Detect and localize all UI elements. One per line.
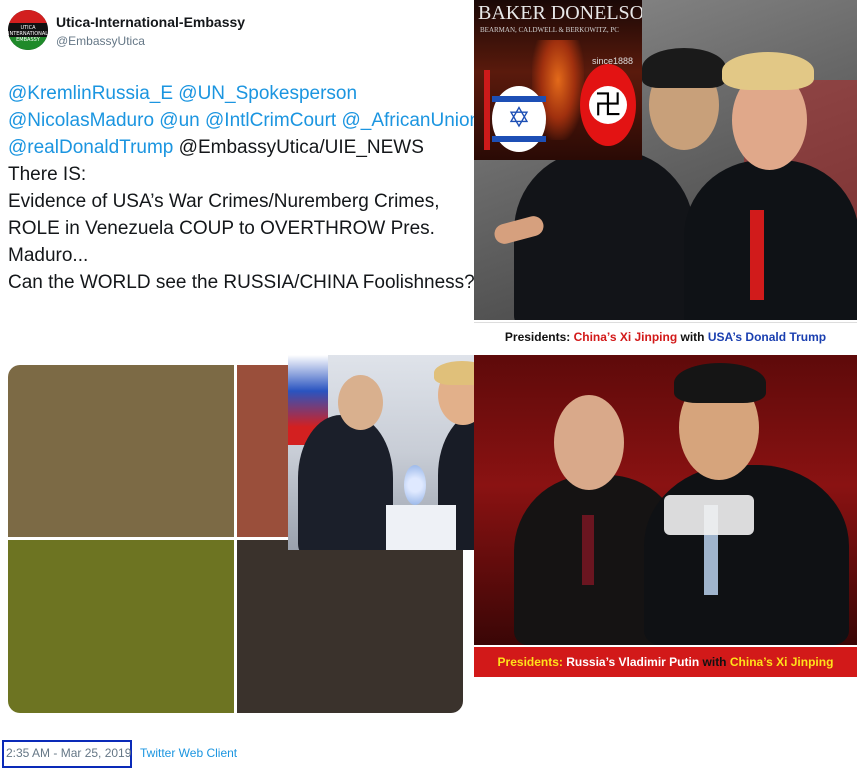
mention-link[interactable]: @un [159,110,199,131]
caption-segment: with [699,655,730,669]
tweet-timestamp[interactable]: 2:35 AM - Mar 25, 2019 [6,746,131,760]
tweet-text-segment: There IS: [8,164,87,185]
caption-segment: Presidents: [497,655,567,669]
grid-cell-4 [237,540,463,713]
avatar[interactable]: UTICA INTERNATIONAL EMBASSY [8,10,48,50]
caption-segment: Presidents: [504,330,574,344]
tweet-text-segment: @EmbassyUtica/UIE_NEWS [173,137,424,158]
tweet-text: @KremlinRussia_E @UN_Spokesperson @Nicola… [8,80,480,296]
photo-baker-donelson[interactable]: BAKER DONELSON BEARMAN, CALDWELL & BERKO… [474,0,642,160]
tweet-text-segment: Can the WORLD see the RUSSIA/CHINA Fooli… [8,272,475,293]
tweet-line: Evidence of USA’s War Crimes/Nuremberg C… [8,188,478,215]
baker-subtitle: BEARMAN, CALDWELL & BERKOWITZ, PC [480,26,619,34]
swastika-icon: 卍 [580,64,636,146]
mention-link[interactable]: @_AfricanUnion [341,110,480,131]
mention-link[interactable]: @NicolasMaduro [8,110,154,131]
tweet-line: @NicolasMaduro @un @IntlCrimCourt @_Afri… [8,107,480,134]
mention-link[interactable]: @realDonaldTrump [8,137,173,158]
caption-putin-xi: Presidents: Russia’s Vladimir Putin with… [474,647,857,677]
mention-link[interactable]: @KremlinRussia_E [8,83,173,104]
tweet-text-segment: Maduro... [8,245,89,266]
mention-link[interactable]: @IntlCrimCourt [205,110,336,131]
tweet-client-link[interactable]: Twitter Web Client [140,746,237,760]
tweet-line: ROLE in Venezuela COUP to OVERTHROW Pres… [8,215,478,242]
tweet-text-segment: Evidence of USA’s War Crimes/Nuremberg C… [8,191,440,212]
israel-flag-icon: ✡ [492,86,546,152]
mention-link[interactable]: @UN_Spokesperson [178,83,357,104]
grid-cell-3 [8,540,234,713]
baker-title: BAKER DONELSON [478,2,642,24]
caption-segment: Russia’s Vladimir Putin [566,655,700,669]
grid-cell-1 [8,365,234,537]
tweet-text-segment: ROLE in Venezuela COUP to OVERTHROW Pres… [8,218,435,239]
photo-putin-xi[interactable] [474,355,857,645]
caption-xi-trump: Presidents: China’s Xi Jinping with USA’… [474,322,857,351]
user-handle[interactable]: @EmbassyUtica [56,34,145,48]
caption-segment: USA’s Donald Trump [707,330,827,344]
caption-segment: China’s Xi Jinping [729,655,834,669]
caption-segment: with [677,330,708,344]
cross-graphic [484,70,490,150]
tweet-line: There IS: [8,161,478,188]
tweet-line: @realDonaldTrump @EmbassyUtica/UIE_NEWS [8,134,478,161]
tweet-line: Maduro... [8,242,478,269]
avatar-logo-text: UTICA INTERNATIONAL EMBASSY [8,25,48,43]
caption-segment: China’s Xi Jinping [573,330,678,344]
tweet-line: Can the WORLD see the RUSSIA/CHINA Fooli… [8,269,478,296]
tweet-line: @KremlinRussia_E @UN_Spokesperson [8,80,478,107]
display-name[interactable]: Utica-International-Embassy [56,14,245,30]
